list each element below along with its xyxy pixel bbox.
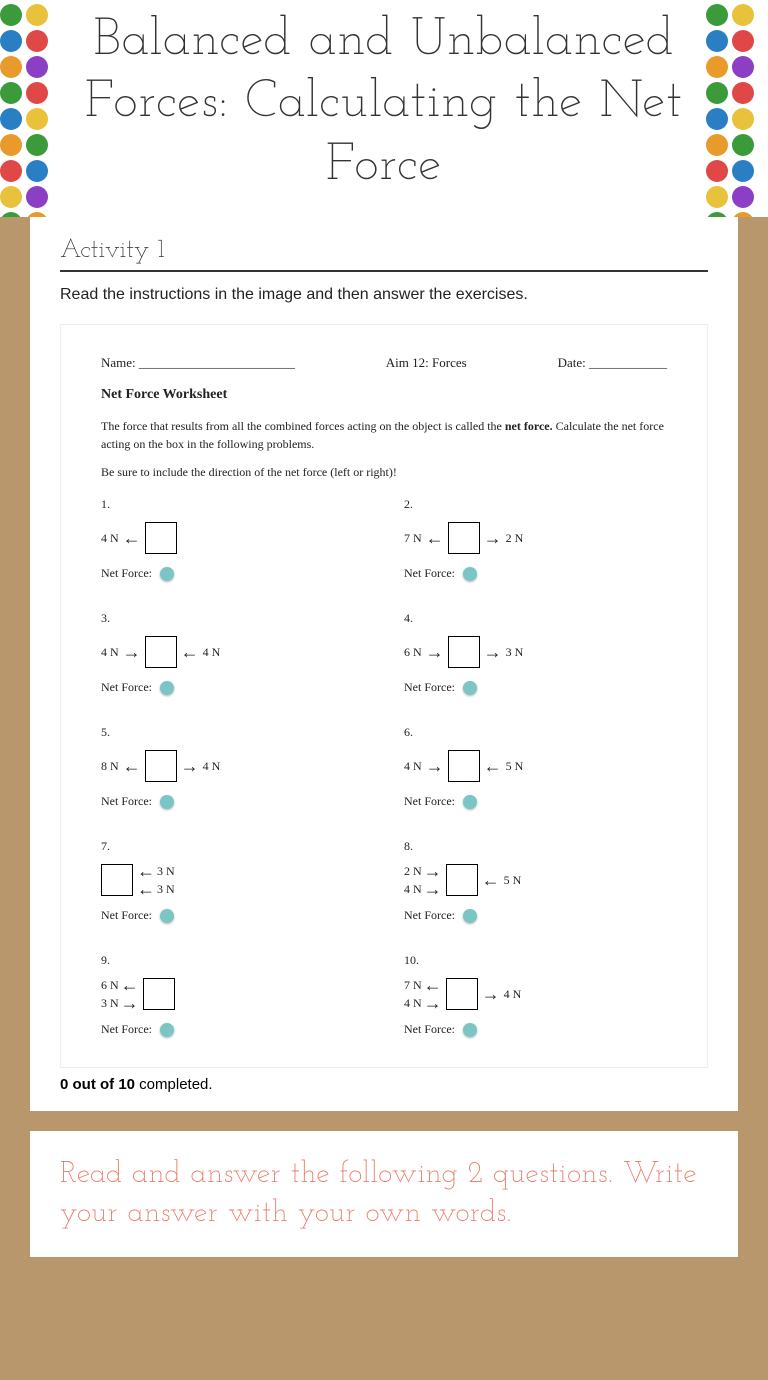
problem: 5.8 N←→4 NNet Force: — [101, 725, 364, 809]
decorative-dot — [0, 186, 22, 208]
completion-status: 0 out of 10 completed. — [60, 1068, 708, 1101]
force-box — [448, 750, 480, 782]
decorative-dot — [0, 56, 22, 78]
aim-label: Aim 12: Forces — [386, 355, 467, 371]
decorative-dot — [732, 56, 754, 78]
decorative-dot — [26, 30, 48, 52]
decorative-dot — [26, 108, 48, 130]
decorative-dot — [732, 30, 754, 52]
activity-card: Activity 1 Read the instructions in the … — [30, 217, 738, 1111]
decorative-dot — [706, 56, 728, 78]
answer-pin[interactable] — [160, 909, 174, 923]
answer-pin[interactable] — [463, 567, 477, 581]
page-title: Balanced and Unbalanced Forces: Calculat… — [60, 10, 708, 197]
decorative-dot — [706, 4, 728, 26]
decorative-dot — [732, 108, 754, 130]
decorative-dot — [26, 4, 48, 26]
decorative-dot — [732, 212, 754, 217]
problem: 1.4 N←Net Force: — [101, 497, 364, 581]
decorative-dot — [26, 82, 48, 104]
decorative-dot — [732, 82, 754, 104]
answer-pin[interactable] — [463, 909, 477, 923]
date-field: Date: ____________ — [558, 355, 667, 371]
force-box — [145, 636, 177, 668]
activity-label: Activity 1 — [60, 237, 708, 272]
problem: 6.4 N→←5 NNet Force: — [404, 725, 667, 809]
decorative-dot — [26, 212, 48, 217]
worksheet-image[interactable]: Name: ________________________ Aim 12: F… — [60, 324, 708, 1068]
section-2-prompt: Read and answer the following 2 question… — [60, 1155, 708, 1233]
decorative-dot — [0, 30, 22, 52]
decorative-dot — [26, 186, 48, 208]
decorative-dots-left — [0, 0, 66, 217]
worksheet-title: Net Force Worksheet — [101, 387, 667, 403]
decorative-dot — [732, 186, 754, 208]
decorative-dot — [732, 160, 754, 182]
decorative-dot — [706, 186, 728, 208]
force-box — [101, 864, 133, 896]
decorative-dot — [0, 108, 22, 130]
answer-pin[interactable] — [463, 681, 477, 695]
decorative-dot — [0, 82, 22, 104]
problem: 9.6 N←3 N→Net Force: — [101, 953, 364, 1037]
problem: 4.6 N→→3 NNet Force: — [404, 611, 667, 695]
problem: 10.7 N←4 N→→4 NNet Force: — [404, 953, 667, 1037]
decorative-dot — [0, 160, 22, 182]
section-2: Read and answer the following 2 question… — [30, 1131, 738, 1257]
answer-pin[interactable] — [160, 567, 174, 581]
force-box — [145, 750, 177, 782]
force-box — [448, 636, 480, 668]
force-box — [143, 978, 175, 1010]
decorative-dot — [0, 134, 22, 156]
decorative-dot — [706, 108, 728, 130]
answer-pin[interactable] — [463, 795, 477, 809]
decorative-dot — [26, 56, 48, 78]
answer-pin[interactable] — [160, 681, 174, 695]
decorative-dots-right — [702, 0, 768, 217]
answer-pin[interactable] — [160, 1023, 174, 1037]
answer-pin[interactable] — [463, 1023, 477, 1037]
decorative-dot — [706, 134, 728, 156]
activity-instructions: Read the instructions in the image and t… — [60, 286, 708, 304]
problem: 8.2 N→4 N→←5 NNet Force: — [404, 839, 667, 923]
name-field: Name: ________________________ — [101, 355, 295, 371]
page-header: Balanced and Unbalanced Forces: Calculat… — [0, 0, 768, 217]
decorative-dot — [732, 4, 754, 26]
answer-pin[interactable] — [160, 795, 174, 809]
problem: 3.4 N→←4 NNet Force: — [101, 611, 364, 695]
decorative-dot — [26, 134, 48, 156]
force-box — [145, 522, 177, 554]
force-box — [448, 522, 480, 554]
force-box — [446, 864, 478, 896]
worksheet-intro-1: The force that results from all the comb… — [101, 417, 667, 453]
decorative-dot — [706, 160, 728, 182]
decorative-dot — [706, 30, 728, 52]
decorative-dot — [706, 82, 728, 104]
decorative-dot — [706, 212, 728, 217]
decorative-dot — [0, 4, 22, 26]
decorative-dot — [732, 134, 754, 156]
problem: 2.7 N←→2 NNet Force: — [404, 497, 667, 581]
decorative-dot — [26, 160, 48, 182]
problem: 7.←3 N←3 NNet Force: — [101, 839, 364, 923]
decorative-dot — [0, 212, 22, 217]
force-box — [446, 978, 478, 1010]
worksheet-intro-2: Be sure to include the direction of the … — [101, 463, 667, 481]
